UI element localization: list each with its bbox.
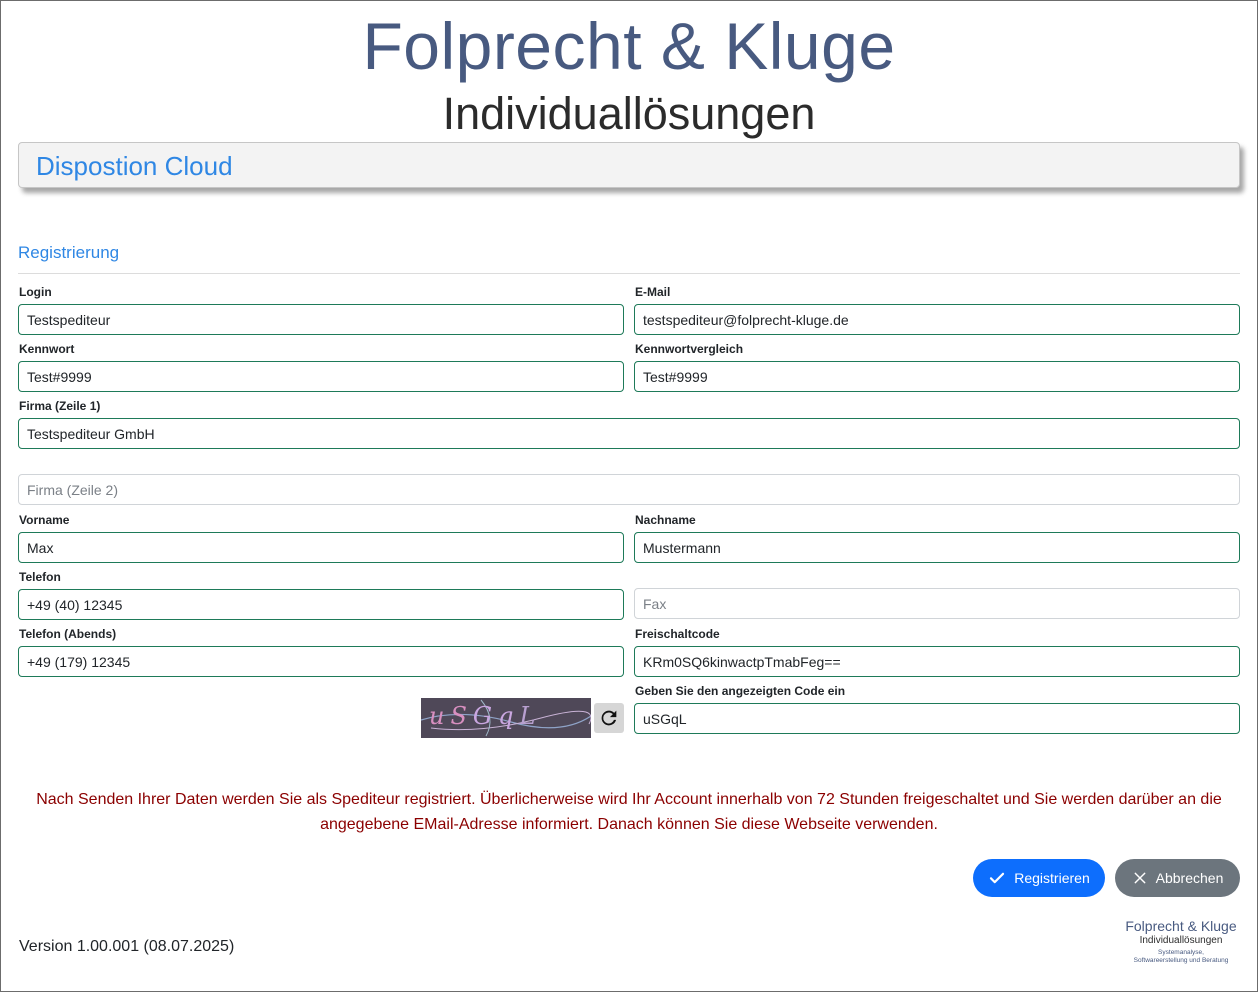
captcha-image: uSGqL xyxy=(421,698,591,738)
brand-tagline: Individuallösungen xyxy=(442,88,816,139)
login-input[interactable] xyxy=(18,304,624,335)
captcha-refresh-button[interactable] xyxy=(594,703,624,733)
brand-name: Folprecht & Kluge xyxy=(362,9,896,83)
company1-label: Firma (Zeile 1) xyxy=(19,399,101,413)
first-name-input[interactable] xyxy=(18,532,624,563)
phone-evening-input[interactable] xyxy=(18,646,624,677)
cancel-button-label: Abbrechen xyxy=(1155,870,1224,886)
company2-input[interactable] xyxy=(18,474,1240,505)
login-label: Login xyxy=(19,285,52,299)
app-banner: Dispostion Cloud xyxy=(18,142,1240,188)
captcha-text: uSGqL xyxy=(429,702,542,730)
password-label: Kennwort xyxy=(19,342,75,356)
check-icon xyxy=(990,872,1005,884)
version-text: Version 1.00.001 (08.07.2025) xyxy=(19,938,235,955)
fax-input[interactable] xyxy=(634,588,1240,619)
last-name-label: Nachname xyxy=(635,513,696,527)
company1-input[interactable] xyxy=(18,418,1240,449)
captcha-input[interactable] xyxy=(634,703,1240,734)
register-button[interactable]: Registrieren xyxy=(973,859,1105,897)
registration-notice: Nach Senden Ihrer Daten werden Sie als S… xyxy=(36,791,1222,833)
email-label: E-Mail xyxy=(635,285,671,299)
footer-logo-line3: Systemanalyse, xyxy=(1158,949,1204,956)
password-confirm-label: Kennwortvergleich xyxy=(635,342,744,356)
section-divider xyxy=(18,273,1240,274)
footer-logo-name: Folprecht & Kluge xyxy=(1125,918,1237,934)
app-title: Dispostion Cloud xyxy=(36,151,233,181)
phone-label: Telefon xyxy=(19,570,61,584)
footer-logo-line4: Softwareerstellung und Beratung xyxy=(1133,957,1229,964)
phone-input[interactable] xyxy=(18,589,624,620)
close-icon xyxy=(1134,872,1146,884)
register-button-label: Registrieren xyxy=(1014,870,1090,886)
refresh-icon xyxy=(601,710,617,726)
unlock-code-label: Freischaltcode xyxy=(635,627,720,641)
last-name-input[interactable] xyxy=(634,532,1240,563)
email-input[interactable] xyxy=(634,304,1240,335)
captcha-label: Geben Sie den angezeigten Code ein xyxy=(635,684,846,698)
password-confirm-input[interactable] xyxy=(634,361,1240,392)
phone-evening-label: Telefon (Abends) xyxy=(19,627,117,641)
cancel-button[interactable]: Abbrechen xyxy=(1115,859,1240,897)
footer-logo: Folprecht & Kluge Individuallösungen Sys… xyxy=(1120,918,1242,965)
unlock-code-input[interactable] xyxy=(634,646,1240,677)
password-input[interactable] xyxy=(18,361,624,392)
footer-logo-tagline: Individuallösungen xyxy=(1139,935,1223,946)
first-name-label: Vorname xyxy=(19,513,70,527)
section-title: Registrierung xyxy=(18,243,120,262)
